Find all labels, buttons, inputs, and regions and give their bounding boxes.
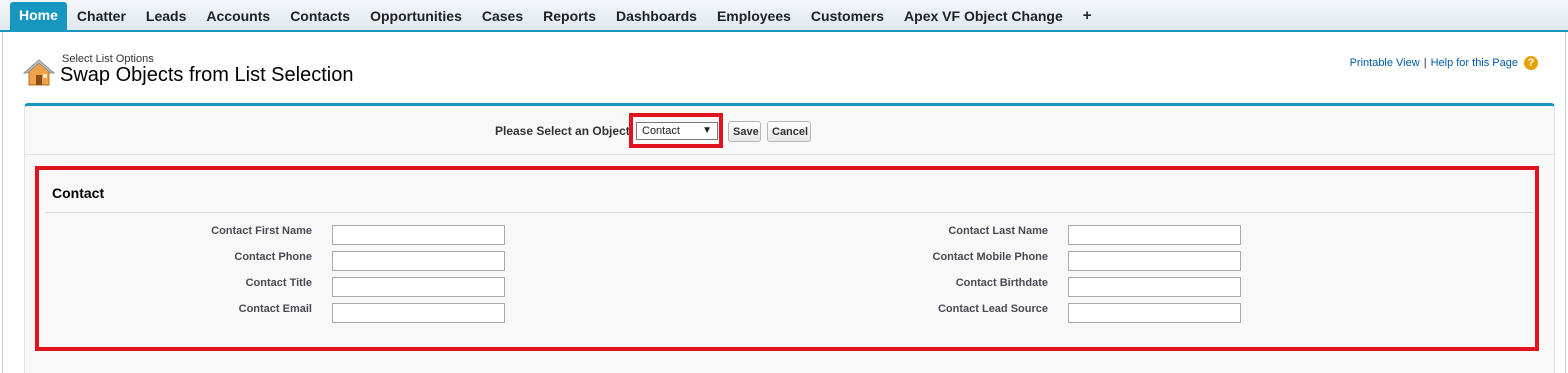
- contact-birthdate-input[interactable]: [1068, 277, 1241, 297]
- right-edge-divider: [1565, 32, 1566, 373]
- contact-lead-source-input[interactable]: [1068, 303, 1241, 323]
- printable-view-link[interactable]: Printable View: [1350, 57, 1420, 69]
- contact-title-input[interactable]: [332, 277, 505, 297]
- object-select-row: Please Select an Object Contact ▼ Save C…: [25, 106, 1554, 155]
- tab-chatter[interactable]: Chatter: [67, 4, 136, 28]
- tab-cases[interactable]: Cases: [472, 4, 533, 28]
- tab-dashboards[interactable]: Dashboards: [606, 4, 707, 28]
- contact-first-name-label: Contact First Name: [211, 225, 312, 237]
- help-for-page-link[interactable]: Help for this Page: [1431, 57, 1518, 69]
- object-select-dropdown[interactable]: Contact ▼: [636, 122, 718, 140]
- tab-employees[interactable]: Employees: [707, 4, 801, 28]
- tab-apex-vf-object-change[interactable]: Apex VF Object Change: [894, 4, 1073, 28]
- tab-bar: Home Chatter Leads Accounts Contacts Opp…: [0, 0, 1568, 32]
- tab-contacts[interactable]: Contacts: [280, 4, 360, 28]
- help-links: Printable View | Help for this Page ?: [1350, 56, 1538, 70]
- contact-phone-input[interactable]: [332, 251, 505, 271]
- tab-customers[interactable]: Customers: [801, 4, 894, 28]
- contact-email-input[interactable]: [332, 303, 505, 323]
- contact-last-name-input[interactable]: [1068, 225, 1241, 245]
- cancel-button[interactable]: Cancel: [767, 121, 811, 142]
- tab-leads[interactable]: Leads: [136, 4, 196, 28]
- contact-birthdate-label: Contact Birthdate: [955, 277, 1048, 289]
- dropdown-arrow-icon: ▼: [702, 125, 712, 136]
- section-title: Contact: [52, 185, 105, 201]
- help-icon[interactable]: ?: [1524, 56, 1538, 70]
- contact-first-name-input[interactable]: [332, 225, 505, 245]
- page-title: Swap Objects from List Selection: [60, 64, 354, 86]
- section-divider: [45, 212, 1534, 213]
- tab-reports[interactable]: Reports: [533, 4, 606, 28]
- contact-email-label: Contact Email: [238, 303, 312, 315]
- link-separator: |: [1423, 57, 1427, 69]
- left-edge-divider: [2, 32, 3, 373]
- save-button[interactable]: Save: [728, 121, 761, 142]
- tab-opportunities[interactable]: Opportunities: [360, 4, 472, 28]
- tab-list: Home Chatter Leads Accounts Contacts Opp…: [10, 2, 1102, 30]
- tab-home[interactable]: Home: [10, 2, 67, 30]
- main-page-block: Please Select an Object Contact ▼ Save C…: [24, 103, 1555, 373]
- contact-last-name-label: Contact Last Name: [948, 225, 1048, 237]
- contact-phone-label: Contact Phone: [234, 251, 312, 263]
- home-icon: [22, 56, 56, 90]
- object-select-label: Please Select an Object: [495, 124, 630, 138]
- contact-lead-source-label: Contact Lead Source: [937, 303, 1048, 315]
- contact-mobile-phone-input[interactable]: [1068, 251, 1241, 271]
- add-tab-plus-icon[interactable]: +: [1073, 4, 1102, 28]
- contact-title-label: Contact Title: [245, 277, 312, 289]
- tab-accounts[interactable]: Accounts: [196, 4, 280, 28]
- object-select-value: Contact: [642, 125, 680, 137]
- contact-mobile-phone-label: Contact Mobile Phone: [932, 251, 1049, 263]
